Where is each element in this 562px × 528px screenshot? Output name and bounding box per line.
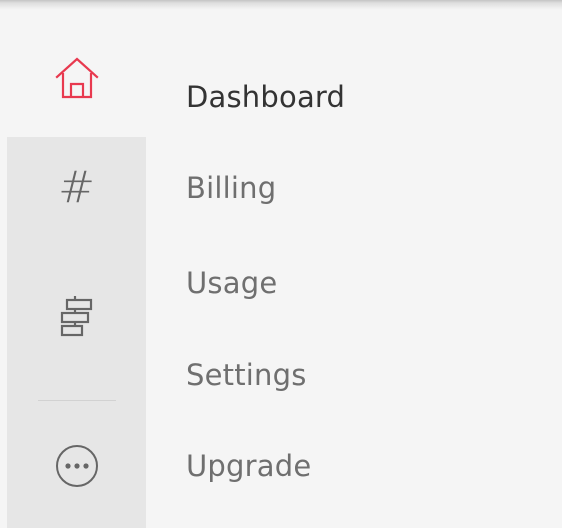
rail-item-stack[interactable] <box>7 285 146 355</box>
home-icon <box>54 57 99 99</box>
top-shadow <box>0 0 562 10</box>
menu-item-billing[interactable]: Billing <box>186 170 276 210</box>
menu-item-settings[interactable]: Settings <box>186 357 307 397</box>
icon-rail: # <box>7 10 146 528</box>
stack-icon <box>60 296 92 337</box>
menu-item-upgrade[interactable]: Upgrade <box>186 448 311 488</box>
rail-item-hash[interactable]: # <box>7 153 146 223</box>
hash-icon: # <box>58 162 95 213</box>
menu-item-dashboard[interactable]: Dashboard <box>186 79 345 119</box>
rail-item-more[interactable] <box>7 431 146 501</box>
sidebar-panel: # Dashboard Billing Usage Settings Upgra… <box>0 0 562 528</box>
more-icon <box>55 445 98 487</box>
rail-item-home[interactable] <box>7 42 146 112</box>
rail-divider <box>38 400 116 401</box>
menu-item-usage[interactable]: Usage <box>186 265 277 305</box>
